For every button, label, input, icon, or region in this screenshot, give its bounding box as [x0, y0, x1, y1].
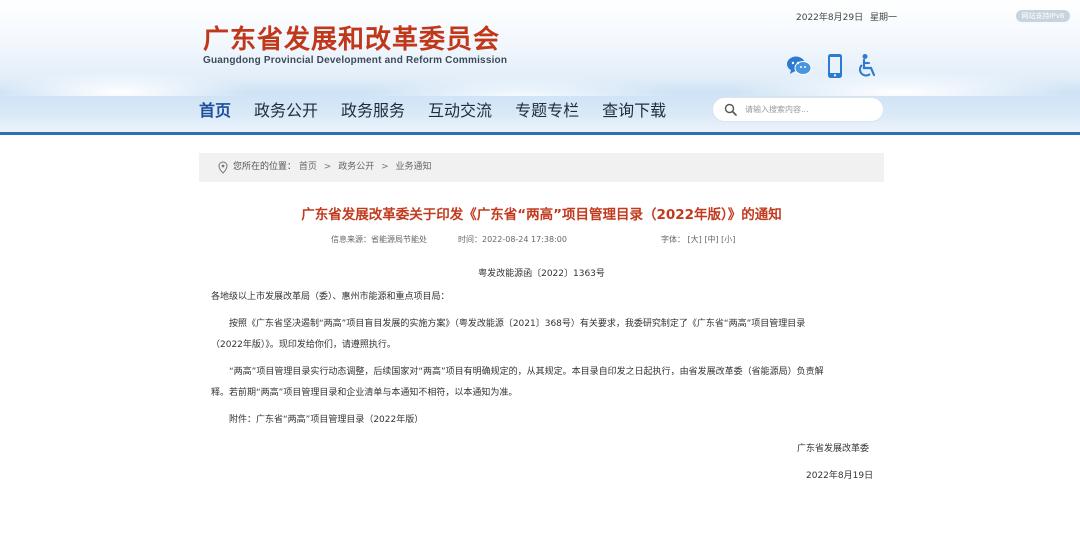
sign-date: 2022年8月19日 — [806, 471, 874, 481]
breadcrumb-home[interactable]: 首页 — [299, 162, 317, 172]
article-title: 广东省发展改革委关于印发《广东省“两高”项目管理目录（2022年版）》的通知 — [301, 207, 782, 223]
weekday-text: 星期一 — [869, 13, 897, 23]
salutation: 各地级以上市发展改革局（委）、惠州市能源和重点项目局： — [211, 292, 450, 302]
nav-government-affairs[interactable]: 政务公开 — [254, 98, 318, 124]
paragraph-2-line-2: 释。若前期“两高”项目管理目录和企业清单与本通知不相符，以本通知为准。 — [211, 388, 518, 398]
font-large-button[interactable]: [大] — [688, 235, 702, 244]
ipv6-badge: 网站支持IPv6 — [1016, 10, 1070, 22]
nav-special-topics[interactable]: 专题专栏 — [515, 98, 579, 124]
header-cloud-decoration — [0, 62, 1080, 96]
nav-interaction[interactable]: 互动交流 — [428, 98, 492, 124]
font-size-controls: 字体： [大] [中] [小] — [661, 234, 735, 245]
nav-query-download[interactable]: 查询下载 — [602, 98, 666, 124]
paragraph-1-line-1: 按照《广东省坚决遏制“两高”项目盲目发展的实施方案》（粤发改能源〔2021〕36… — [229, 319, 806, 329]
site-logo-title[interactable]: 广东省发展和改革委员会 — [203, 25, 500, 55]
header-date: 2022年8月29日 星期一 — [796, 10, 897, 23]
breadcrumb-government-affairs[interactable]: 政务公开 — [338, 162, 374, 172]
breadcrumb: 您所在的位置： 首页 > 政务公开 > 业务通知 — [199, 153, 884, 182]
nav-home[interactable]: 首页 — [199, 98, 231, 124]
document-number: 粤发改能源函〔2022〕1363号 — [478, 269, 605, 279]
mobile-icon[interactable] — [822, 53, 848, 79]
article-time: 时间：2022-08-24 17:38:00 — [458, 235, 567, 244]
article-source: 信息来源：省能源局节能处 — [331, 235, 427, 244]
font-small-button[interactable]: [小] — [721, 235, 735, 244]
paragraph-1-line-2: （2022年版）》。现印发给你们，请遵照执行。 — [211, 340, 396, 350]
signature: 广东省发展改革委 — [797, 444, 870, 454]
breadcrumb-separator: > — [381, 162, 389, 172]
font-medium-button[interactable]: [中] — [704, 235, 718, 244]
date-text: 2022年8月29日 — [796, 13, 864, 23]
search-input[interactable] — [745, 101, 875, 118]
search-box — [713, 98, 883, 121]
nav-government-services[interactable]: 政务服务 — [341, 98, 405, 124]
main-nav: 首页 政务公开 政务服务 互动交流 专题专栏 查询下载 — [199, 98, 689, 124]
breadcrumb-prefix: 您所在的位置： — [233, 162, 297, 172]
breadcrumb-business-notice[interactable]: 业务通知 — [396, 162, 432, 172]
font-size-label: 字体： — [661, 235, 685, 244]
site-logo-subtitle: Guangdong Provincial Development and Ref… — [203, 55, 508, 66]
breadcrumb-separator: > — [323, 162, 332, 172]
paragraph-2-line-1: “两高”项目管理目录实行动态调整，后续国家对“两高”项目有明确规定的，从其规定。… — [229, 367, 824, 377]
location-pin-icon — [218, 161, 228, 174]
search-icon[interactable] — [724, 103, 737, 116]
accessibility-icon[interactable] — [855, 53, 881, 79]
attachment-link[interactable]: 附件：广东省“两高”项目管理目录（2022年版） — [211, 409, 879, 432]
wechat-icon[interactable] — [786, 53, 812, 79]
